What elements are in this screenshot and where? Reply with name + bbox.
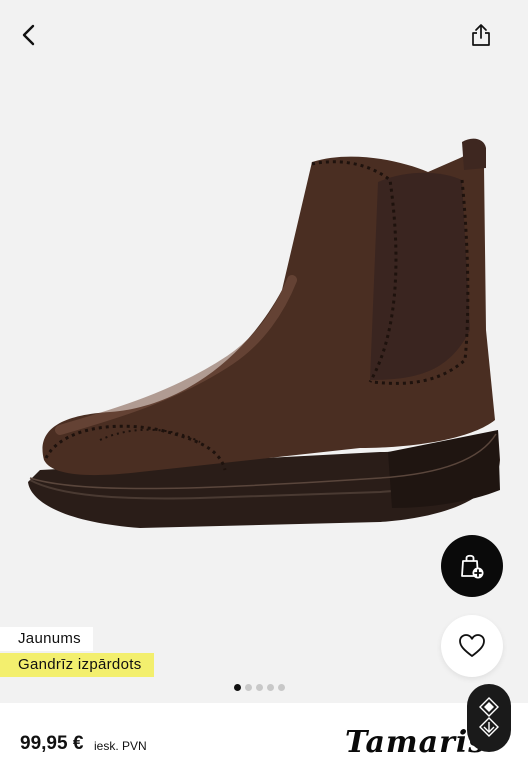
gallery-dot-1[interactable] [234,684,241,691]
bag-plus-icon [461,554,484,579]
product-price: 99,95 € [20,733,84,754]
wishlist-button[interactable] [441,615,503,677]
gallery-dot-3[interactable] [256,684,263,691]
heart-icon [459,634,485,657]
share-button[interactable] [464,18,498,52]
product-image[interactable] [0,130,528,570]
gallery-dot-5[interactable] [278,684,285,691]
top-bar [0,0,528,70]
assistant-button[interactable] [467,684,511,752]
share-icon [472,24,490,46]
gallery-pagination [234,684,285,691]
brand-logo[interactable]: Tamaris [345,725,486,760]
assistant-icon [479,697,499,737]
gallery-dot-2[interactable] [245,684,252,691]
product-detail-screen: Jaunums Gandrīz izpārdots 99,95 € iesk. … [0,0,528,768]
price-vat-note: iesk. PVN [94,739,147,753]
back-button[interactable] [12,18,46,52]
new-badge: Jaunums [0,627,93,651]
add-to-cart-button[interactable] [441,535,503,597]
gallery-dot-4[interactable] [267,684,274,691]
low-stock-badge: Gandrīz izpārdots [0,653,154,677]
chevron-left-icon [22,24,35,46]
bottom-bar: 99,95 € iesk. PVN Tamaris [0,703,528,768]
